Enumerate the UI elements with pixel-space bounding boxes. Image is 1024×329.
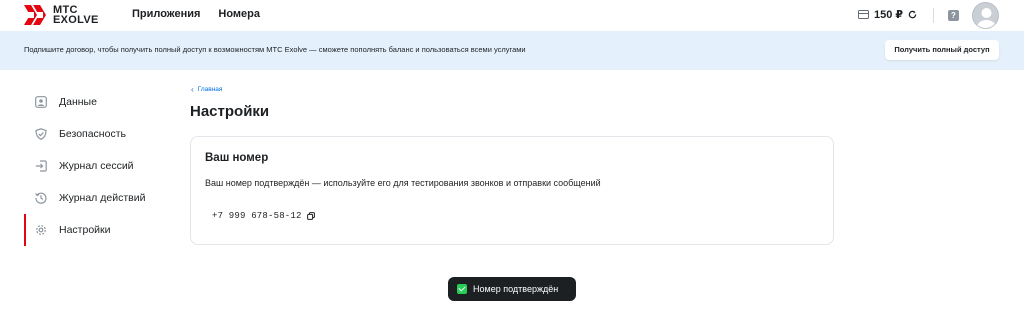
- balance-amount: 150 ₽: [874, 9, 904, 21]
- toast-text: Номер подтверждён: [473, 284, 559, 294]
- check-icon: [457, 284, 467, 294]
- logo-line-2: EXOLVE: [53, 14, 99, 26]
- avatar[interactable]: [972, 2, 999, 29]
- sidebar-item-label: Журнал действий: [59, 192, 146, 204]
- toast-notification: Номер подтверждён: [448, 277, 576, 301]
- sidebar-item-security[interactable]: Безопасность: [24, 118, 174, 150]
- sidebar: Данные Безопасность Журнал сессий Журнал…: [24, 86, 174, 246]
- nav-apps[interactable]: Приложения: [132, 8, 200, 20]
- sidebar-item-sessions[interactable]: Журнал сессий: [24, 150, 174, 182]
- balance[interactable]: 150 ₽: [858, 8, 917, 21]
- top-header: МТС EXOLVE Приложения Номера 150 ₽ ?: [0, 0, 1024, 31]
- refresh-icon[interactable]: [908, 10, 917, 19]
- copy-icon[interactable]: [306, 212, 315, 220]
- breadcrumb[interactable]: ‹ Главная: [191, 85, 222, 94]
- nav-numbers[interactable]: Номера: [218, 8, 260, 20]
- contract-banner: Подпишите договор, чтобы получить полный…: [0, 31, 1024, 70]
- banner-text: Подпишите договор, чтобы получить полный…: [24, 45, 526, 54]
- login-icon: [35, 160, 47, 172]
- sidebar-item-label: Данные: [59, 96, 97, 108]
- sidebar-item-data[interactable]: Данные: [24, 86, 174, 118]
- logo-mark-icon: [24, 5, 46, 25]
- page-title: Настройки: [190, 103, 270, 120]
- wallet-icon: [858, 10, 869, 19]
- get-full-access-button[interactable]: Получить полный доступ: [885, 40, 999, 60]
- help-icon[interactable]: ?: [948, 10, 959, 21]
- sidebar-item-label: Безопасность: [59, 128, 126, 140]
- shield-icon: [35, 128, 47, 140]
- main-nav: Приложения Номера: [132, 8, 260, 20]
- history-icon: [35, 192, 47, 204]
- logo-text: МТС EXOLVE: [53, 5, 99, 26]
- sidebar-item-actions-log[interactable]: Журнал действий: [24, 182, 174, 214]
- gear-icon: [35, 224, 47, 236]
- phone-number: +7 999 678-58-12: [212, 211, 302, 221]
- chevron-left-icon: ‹: [191, 85, 194, 94]
- header-divider: [933, 8, 934, 23]
- sidebar-item-label: Настройки: [59, 224, 111, 236]
- card-title: Ваш номер: [205, 152, 269, 164]
- card-description: Ваш номер подтверждён — используйте его …: [205, 178, 601, 188]
- person-card-icon: [35, 96, 47, 108]
- breadcrumb-home: Главная: [197, 86, 223, 93]
- your-number-card: Ваш номер Ваш номер подтверждён — исполь…: [190, 136, 834, 245]
- sidebar-item-label: Журнал сессий: [59, 160, 134, 172]
- sidebar-item-settings[interactable]: Настройки: [24, 214, 174, 246]
- avatar-placeholder-icon: [976, 8, 997, 28]
- logo[interactable]: МТС EXOLVE: [24, 5, 99, 26]
- phone-row: +7 999 678-58-12: [212, 211, 315, 221]
